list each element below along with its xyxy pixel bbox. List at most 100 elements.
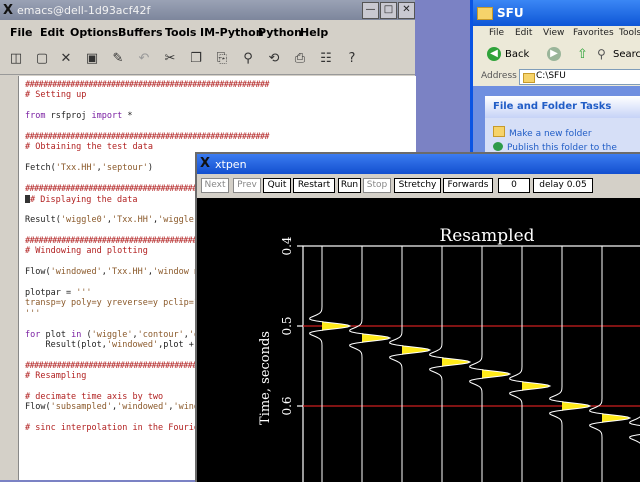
quit-button[interactable]: Quit bbox=[263, 178, 291, 193]
code-line: Flow('windowed','Txx.HH','window n2=10 bbox=[25, 268, 220, 277]
seismic-trace bbox=[388, 246, 432, 482]
wavelet-fill bbox=[402, 246, 430, 482]
explorer-menu-edit[interactable]: Edit bbox=[515, 28, 532, 38]
code-token: for bbox=[25, 329, 41, 340]
delay-field[interactable]: delay 0.05 bbox=[533, 178, 593, 193]
y-tick-label: 0.6 bbox=[280, 396, 294, 415]
prev-button[interactable]: Prev bbox=[233, 178, 261, 193]
preferences-icon[interactable]: ☷ bbox=[318, 51, 334, 67]
back-button[interactable]: Back bbox=[505, 49, 529, 60]
code-token: 'Txx.HH' bbox=[55, 163, 97, 174]
code-line: ########################################… bbox=[25, 80, 270, 90]
explorer-menu-file[interactable]: File bbox=[489, 28, 504, 38]
new-folder-icon bbox=[493, 126, 505, 137]
emacs-menu-buffers[interactable]: Buffers bbox=[118, 26, 163, 39]
wavelet-fill bbox=[362, 246, 390, 482]
open-file-icon[interactable]: ◫ bbox=[8, 51, 24, 67]
seismic-trace bbox=[348, 246, 392, 482]
code-token: ) bbox=[147, 163, 153, 174]
save-as-icon[interactable]: ✎ bbox=[110, 51, 126, 67]
wavelet-fill bbox=[522, 246, 550, 482]
emacs-menu-edit[interactable]: Edit bbox=[40, 26, 64, 39]
close-buffer-icon[interactable]: ✕ bbox=[58, 51, 74, 67]
help-icon[interactable]: ? bbox=[344, 51, 360, 67]
save-icon[interactable]: ▣ bbox=[84, 51, 100, 67]
code-token: # Displaying the data bbox=[30, 195, 138, 206]
search-button[interactable]: Search bbox=[613, 49, 640, 60]
tasks-header[interactable]: File and Folder Tasks bbox=[485, 96, 640, 118]
code-line: Result(plot,'windowed',plot + p bbox=[25, 341, 204, 350]
forwards-button[interactable]: Forwards bbox=[443, 178, 493, 193]
code-token: 'Txx.HH' bbox=[106, 267, 148, 278]
print-icon[interactable]: ⎙ bbox=[292, 51, 308, 67]
code-line: # Resampling bbox=[25, 372, 86, 381]
code-token: ''' bbox=[76, 288, 92, 298]
explorer-menu-view[interactable]: View bbox=[543, 28, 564, 38]
close-button[interactable]: ✕ bbox=[398, 2, 415, 19]
explorer-menu-favorites[interactable]: Favorites bbox=[573, 28, 614, 38]
code-line: Fetch('Txx.HH','septour') bbox=[25, 164, 153, 173]
code-line: for plot in ('wiggle','contour','gr bbox=[25, 329, 204, 340]
seismic-trace bbox=[508, 246, 552, 482]
paste-icon[interactable]: ⎘ bbox=[214, 51, 230, 67]
code-token: # Windowing and plotting bbox=[25, 246, 148, 257]
code-line: # decimate time axis by two bbox=[25, 393, 163, 402]
x-logo-icon: X bbox=[3, 3, 14, 18]
search-icon[interactable]: ⚲ bbox=[240, 51, 256, 67]
next-button[interactable]: Next bbox=[201, 178, 229, 193]
code-token: 'septour' bbox=[101, 163, 148, 174]
folder-icon bbox=[523, 73, 535, 83]
y-axis-label: Time, seconds bbox=[258, 331, 273, 425]
code-token: from bbox=[25, 111, 46, 122]
code-line: ''' bbox=[25, 308, 41, 319]
code-token: # sinc interpolation in the Fourier bbox=[25, 423, 205, 434]
stop-button[interactable]: Stop bbox=[363, 178, 391, 193]
address-value: C:\SFU bbox=[536, 71, 566, 81]
undo-icon[interactable]: ↶ bbox=[136, 51, 152, 67]
code-token: 'windowed' bbox=[106, 340, 159, 350]
wavelet-fill bbox=[442, 246, 470, 482]
xtpen-titlebar[interactable]: X xtpen bbox=[197, 154, 640, 174]
cut-icon[interactable]: ✂ bbox=[162, 51, 178, 67]
code-line: from rsfproj import * bbox=[25, 112, 133, 121]
up-folder-icon[interactable]: ⇧ bbox=[577, 47, 588, 62]
back-arrow-icon[interactable]: ◀ bbox=[487, 47, 501, 61]
explorer-menubar: File Edit View Favorites Tools bbox=[473, 26, 640, 42]
forward-arrow-icon[interactable]: ▶ bbox=[547, 47, 561, 61]
x-logo-icon: X bbox=[200, 156, 211, 171]
code-token: # Resampling bbox=[25, 371, 87, 382]
explorer-titlebar[interactable]: SFU bbox=[473, 0, 640, 26]
emacs-menu-python[interactable]: Python bbox=[258, 26, 302, 39]
open-folder-icon[interactable]: ▢ bbox=[34, 51, 50, 67]
code-line: transp=y poly=y yreverse=y pclip=100 bbox=[25, 299, 209, 308]
code-token: import bbox=[91, 111, 123, 122]
code-token: 'windowed' bbox=[117, 402, 169, 413]
emacs-menu-options[interactable]: Options bbox=[70, 26, 118, 39]
code-token: 'wiggle' bbox=[91, 329, 133, 340]
emacs-menu-file[interactable]: File bbox=[10, 26, 33, 39]
stretchy-button[interactable]: Stretchy bbox=[394, 178, 441, 193]
code-token: ########################################… bbox=[25, 80, 270, 90]
run-button[interactable]: Run bbox=[338, 178, 361, 193]
frame-number-field[interactable]: 0 bbox=[498, 178, 530, 193]
code-token: in bbox=[71, 329, 82, 340]
emacs-menu-help[interactable]: Help bbox=[300, 26, 328, 39]
address-field[interactable]: C:\SFU bbox=[519, 69, 640, 85]
replace-icon[interactable]: ⟲ bbox=[266, 51, 282, 67]
minimize-button[interactable]: — bbox=[362, 2, 379, 19]
copy-icon[interactable]: ❐ bbox=[188, 51, 204, 67]
code-token: Fetch( bbox=[25, 163, 56, 174]
code-token: ########################################… bbox=[25, 132, 270, 142]
explorer-menu-tools[interactable]: Tools bbox=[619, 28, 640, 38]
restart-button[interactable]: Restart bbox=[293, 178, 335, 193]
wavelet-fill bbox=[602, 246, 630, 482]
code-token: 'Txx.HH' bbox=[112, 215, 153, 226]
task-make-folder[interactable]: Make a new folder bbox=[493, 126, 592, 139]
y-tick-label: 0.5 bbox=[280, 316, 294, 335]
maximize-button[interactable]: □ bbox=[380, 2, 397, 19]
emacs-menu-im-python[interactable]: IM-Python bbox=[200, 26, 264, 39]
emacs-titlebar[interactable]: X emacs@dell-1d93acf42f — □ ✕ bbox=[0, 0, 415, 20]
emacs-menu-tools[interactable]: Tools bbox=[165, 26, 196, 39]
code-token: ''' bbox=[25, 308, 41, 319]
explorer-toolbar: ◀ Back ▶ ⇧ ⚲ Search bbox=[473, 42, 640, 69]
